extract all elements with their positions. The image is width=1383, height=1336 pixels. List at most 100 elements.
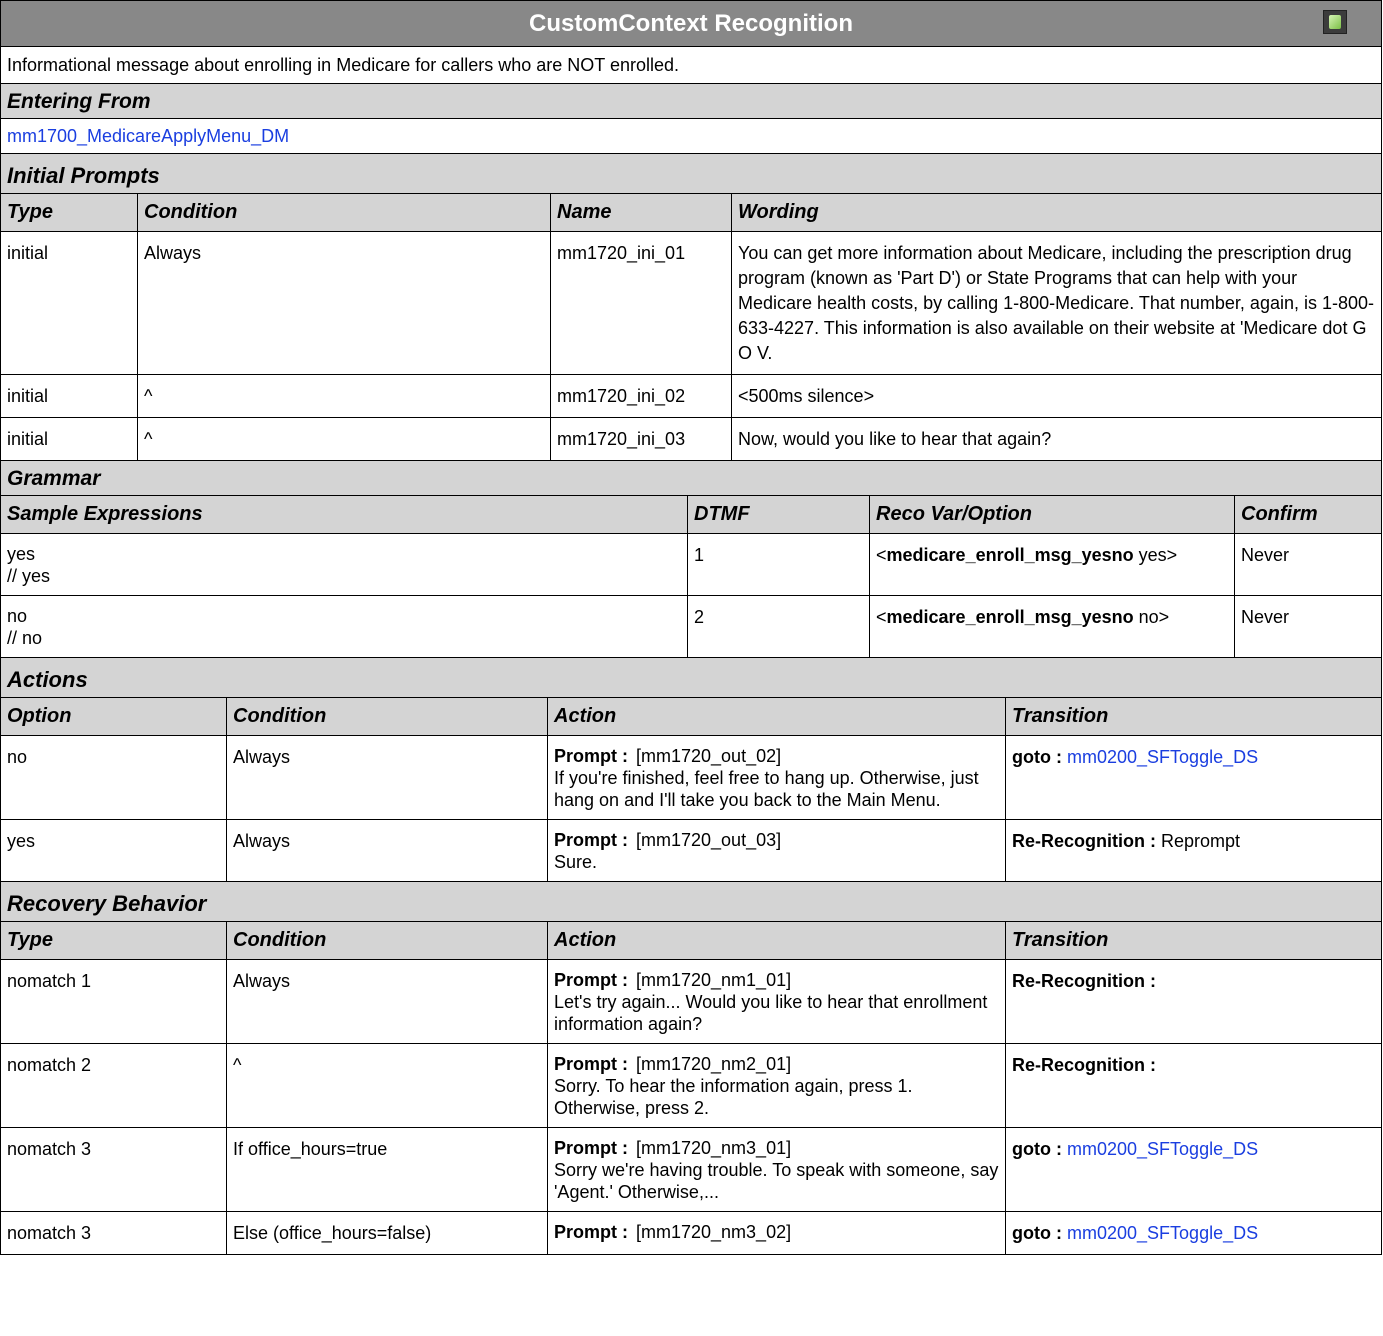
col-header: Action xyxy=(547,921,1006,960)
action-option: yes xyxy=(0,819,227,882)
prompt-label: Prompt : xyxy=(554,746,628,766)
transition-link[interactable]: mm0200_SFToggle_DS xyxy=(1067,1139,1258,1159)
action-option: no xyxy=(0,735,227,820)
prompt-label: Prompt : xyxy=(554,1138,628,1158)
table-row: no // no 2 <medicare_enroll_msg_yesno no… xyxy=(0,595,1382,658)
description: Informational message about enrolling in… xyxy=(0,46,1382,84)
reco-var-value: yes> xyxy=(1133,545,1178,565)
table-row: nomatch 3 Else (office_hours=false) Prom… xyxy=(0,1211,1382,1255)
section-initial-prompts: Initial Prompts xyxy=(0,153,1382,194)
confirm-value: Never xyxy=(1234,595,1382,658)
recovery-condition: Always xyxy=(226,959,548,1044)
section-recovery-behavior: Recovery Behavior xyxy=(0,881,1382,922)
transition-link[interactable]: mm0200_SFToggle_DS xyxy=(1067,747,1258,767)
transition-label: Re-Recognition : xyxy=(1012,971,1156,991)
recovery-section: Recovery Behavior xyxy=(0,881,1382,922)
reco-var-value: no> xyxy=(1133,607,1170,627)
page-title-bar: CustomContext Recognition xyxy=(0,0,1382,47)
col-header: Reco Var/Option xyxy=(869,495,1235,534)
section-grammar: Grammar xyxy=(0,460,1382,496)
grammar-expression: no // no xyxy=(0,595,688,658)
recovery-condition: Else (office_hours=false) xyxy=(226,1211,548,1255)
recovery-table: Type Condition Action Transition nomatch… xyxy=(0,921,1382,1255)
section-entering-from: Entering From xyxy=(0,83,1382,119)
recognition-spec-page: CustomContext Recognition Informational … xyxy=(0,0,1382,1336)
prompt-condition: Always xyxy=(137,231,551,375)
prompt-label: Prompt : xyxy=(554,1054,628,1074)
prompt-wording: You can get more information about Medic… xyxy=(731,231,1382,375)
speaker-head-icon xyxy=(1323,10,1347,34)
recovery-prompt: Prompt : [mm1720_nm2_01] Sorry. To hear t… xyxy=(547,1043,1006,1128)
transition-label: Re-Recognition : xyxy=(1012,1055,1156,1075)
reco-var-name: medicare_enroll_msg_yesno xyxy=(886,607,1134,627)
recovery-condition: If office_hours=true xyxy=(226,1127,548,1212)
col-header: Wording xyxy=(731,193,1382,232)
reco-var-open: < xyxy=(876,607,887,627)
col-header: Type xyxy=(0,921,227,960)
transition-label: Re-Recognition : xyxy=(1012,831,1156,851)
actions-section: Actions xyxy=(0,657,1382,698)
action-prompt: Prompt : [mm1720_out_03] Sure. xyxy=(547,819,1006,882)
col-header: Name xyxy=(550,193,732,232)
reco-var: <medicare_enroll_msg_yesno no> xyxy=(869,595,1235,658)
grammar-expression: yes // yes xyxy=(0,533,688,596)
expression-comment: // no xyxy=(7,628,43,648)
col-header: Action xyxy=(547,697,1006,736)
col-header: Transition xyxy=(1005,697,1382,736)
transition-value: Reprompt xyxy=(1161,831,1241,851)
prompt-text: Sorry. To hear the information again, pr… xyxy=(554,1076,913,1118)
prompt-id: [mm1720_out_02] xyxy=(636,746,782,766)
recovery-transition: goto : mm0200_SFToggle_DS xyxy=(1005,1127,1382,1212)
action-condition: Always xyxy=(226,735,548,820)
prompt-name: mm1720_ini_03 xyxy=(550,417,732,461)
dtmf-value: 2 xyxy=(687,595,870,658)
recovery-transition: Re-Recognition : xyxy=(1005,1043,1382,1128)
initial-prompts-table: Type Condition Name Wording initial Alwa… xyxy=(0,193,1382,461)
table-row: nomatch 2 ^ Prompt : [mm1720_nm2_01] Sorr… xyxy=(0,1043,1382,1128)
prompt-condition: ^ xyxy=(137,417,551,461)
col-header: Transition xyxy=(1005,921,1382,960)
table-row: initial ^ mm1720_ini_02 <500ms silence> xyxy=(0,374,1382,418)
table-row: yes // yes 1 <medicare_enroll_msg_yesno … xyxy=(0,533,1382,596)
recovery-type: nomatch 3 xyxy=(0,1211,227,1255)
confirm-value: Never xyxy=(1234,533,1382,596)
transition-link[interactable]: mm0200_SFToggle_DS xyxy=(1067,1223,1258,1243)
transition-label: goto : xyxy=(1012,747,1062,767)
prompt-text: If you're finished, feel free to hang up… xyxy=(554,768,979,810)
table-row: yes Always Prompt : [mm1720_out_03] Sure.… xyxy=(0,819,1382,882)
reco-var: <medicare_enroll_msg_yesno yes> xyxy=(869,533,1235,596)
col-header: Confirm xyxy=(1234,495,1382,534)
recovery-transition: Re-Recognition : xyxy=(1005,959,1382,1044)
prompt-id: [mm1720_nm2_01] xyxy=(636,1054,792,1074)
recovery-condition: ^ xyxy=(226,1043,548,1128)
action-condition: Always xyxy=(226,819,548,882)
table-row: initial Always mm1720_ini_01 You can get… xyxy=(0,231,1382,375)
table-row: no Always Prompt : [mm1720_out_02] If you… xyxy=(0,735,1382,820)
grammar-table: Sample Expressions DTMF Reco Var/Option … xyxy=(0,495,1382,658)
prompt-wording: <500ms silence> xyxy=(731,374,1382,418)
prompt-id: [mm1720_out_03] xyxy=(636,830,782,850)
prompt-condition: ^ xyxy=(137,374,551,418)
expression-text: no xyxy=(7,606,28,626)
col-header: Option xyxy=(0,697,227,736)
header-table: CustomContext Recognition Informational … xyxy=(0,0,1382,194)
col-header: DTMF xyxy=(687,495,870,534)
grammar-section: Grammar xyxy=(0,460,1382,496)
prompt-wording: Now, would you like to hear that again? xyxy=(731,417,1382,461)
page-title: CustomContext Recognition xyxy=(529,9,853,37)
col-header: Condition xyxy=(137,193,551,232)
prompt-name: mm1720_ini_01 xyxy=(550,231,732,375)
prompt-id: [mm1720_nm1_01] xyxy=(636,970,792,990)
prompt-name: mm1720_ini_02 xyxy=(550,374,732,418)
prompt-id: [mm1720_nm3_01] xyxy=(636,1138,792,1158)
col-header: Condition xyxy=(226,697,548,736)
expression-comment: // yes xyxy=(7,566,51,586)
prompt-id: [mm1720_nm3_02] xyxy=(636,1222,792,1242)
recovery-prompt: Prompt : [mm1720_nm1_01] Let's try again.… xyxy=(547,959,1006,1044)
entering-from-link[interactable]: mm1700_MedicareApplyMenu_DM xyxy=(7,126,289,146)
prompt-text: Sorry we're having trouble. To speak wit… xyxy=(554,1160,999,1202)
prompt-type: initial xyxy=(0,417,138,461)
transition-label: goto : xyxy=(1012,1139,1062,1159)
section-actions: Actions xyxy=(0,657,1382,698)
reco-var-name: medicare_enroll_msg_yesno xyxy=(886,545,1134,565)
